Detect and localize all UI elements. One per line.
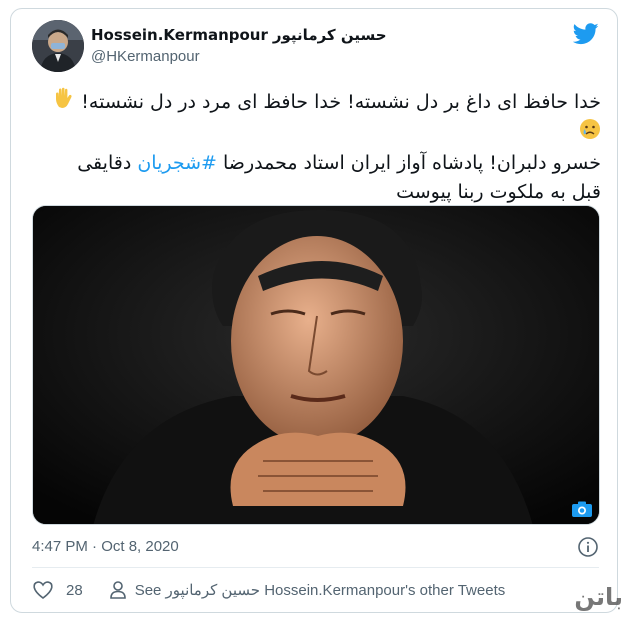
tweet-line-2-text: خسرو دلبران! پادشاه آواز ایران استاد محم…	[223, 152, 601, 174]
tweet-timestamp[interactable]: 4:47 PM · Oct 8, 2020	[32, 538, 179, 555]
author-avatar[interactable]	[32, 20, 84, 72]
person-portrait-icon	[32, 20, 84, 72]
tweet-text: خدا حافظ ای داغ بر دل نشسته! خدا حافظ ای…	[29, 87, 601, 207]
tweet-actions: 28 See حسین کرمانپور Hossein.Kermanpour'…	[32, 577, 537, 603]
waving-hand-icon	[53, 87, 75, 118]
tweet-line-emoji	[29, 118, 601, 149]
tweet-meta: 4:47 PM · Oct 8, 2020	[32, 536, 599, 560]
camera-icon[interactable]	[571, 500, 593, 518]
tweet-line-1-text: خدا حافظ ای داغ بر دل نشسته! خدا حافظ ای…	[81, 91, 601, 113]
person-icon	[109, 581, 126, 599]
author-info: Hossein.Kermanpour حسین کرمانپور @HKerma…	[91, 26, 387, 65]
portrait-photo	[33, 206, 599, 524]
author-display-name-fa[interactable]: حسین کرمانپور	[273, 26, 387, 44]
author-handle[interactable]: @HKermanpour	[91, 48, 387, 65]
info-icon[interactable]	[577, 536, 599, 558]
heart-icon[interactable]	[32, 580, 54, 600]
author-display-name[interactable]: Hossein.Kermanpour	[91, 26, 268, 44]
tweet-line-3: قبل به ملکوت ربنا پیوست	[396, 181, 601, 203]
tweet-line-2: خسرو دلبران! پادشاه آواز ایران استاد محم…	[29, 149, 601, 178]
divider	[32, 567, 599, 568]
twitter-bird-icon[interactable]	[573, 23, 599, 45]
tweet-photo[interactable]	[32, 205, 600, 525]
tweet-card: Hossein.Kermanpour حسین کرمانپور @HKerma…	[10, 8, 618, 613]
watermark-logo: باتن	[574, 583, 623, 611]
crying-face-icon	[579, 118, 601, 149]
hashtag-link[interactable]: #شجریان	[137, 152, 217, 174]
like-count: 28	[66, 581, 83, 599]
tweet-line-2-end: دقایقی	[77, 152, 132, 174]
tweet-line-1: خدا حافظ ای داغ بر دل نشسته! خدا حافظ ای…	[29, 87, 601, 118]
see-other-tweets-link[interactable]: See حسین کرمانپور Hossein.Kermanpour's o…	[135, 581, 506, 599]
